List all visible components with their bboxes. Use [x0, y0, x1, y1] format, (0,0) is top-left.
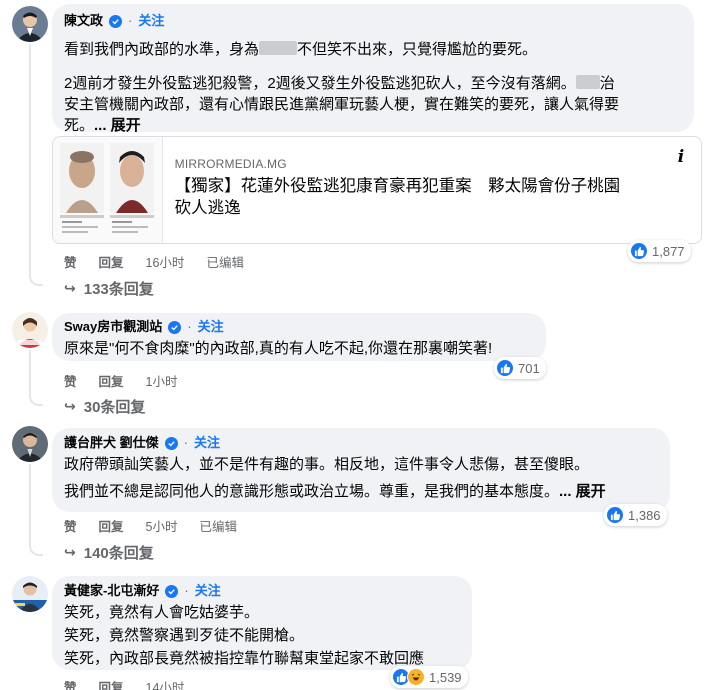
separator-dot: · — [128, 13, 133, 28]
comment-text: 笑死，竟然警察遇到歹徒不能開槍。 — [64, 627, 305, 644]
comment-text: 我們並不總是認同他人的意識形態或政治立場。尊重，是我們的基本態度。... 展开 — [64, 483, 606, 500]
like-reaction-icon — [496, 359, 514, 377]
reaction-count[interactable]: 1,386 — [604, 504, 667, 526]
like-button[interactable]: 赞 — [64, 677, 77, 690]
redacted-text — [259, 41, 298, 55]
comment-text: 笑死，竟然有人會吃姑婆芋。 — [64, 604, 260, 621]
separator-dot: · — [184, 583, 189, 598]
thread-connector — [29, 392, 43, 406]
comment-actions: 赞 回复 1小时 — [64, 371, 199, 390]
see-more-link[interactable]: ... 展开 — [559, 483, 606, 500]
reply-button[interactable]: 回复 — [99, 252, 124, 271]
follow-button[interactable]: 关注 — [194, 434, 220, 452]
like-reaction-icon — [606, 506, 624, 524]
follow-button[interactable]: 关注 — [195, 582, 221, 600]
edited-label[interactable]: 已编辑 — [199, 516, 237, 535]
haha-reaction-icon — [407, 668, 425, 686]
reaction-count-value: 1,539 — [429, 669, 462, 685]
avatar[interactable] — [12, 312, 48, 348]
reply-button[interactable]: 回复 — [99, 371, 124, 390]
thread-connector — [29, 272, 43, 286]
thread-line — [29, 350, 31, 394]
reaction-count-value: 1,386 — [628, 507, 661, 523]
mugshot-image — [110, 143, 155, 237]
link-domain: MIRRORMEDIA.MG — [174, 157, 287, 171]
comment-actions: 赞 回复 16小时 已编辑 — [64, 252, 266, 271]
like-button[interactable]: 赞 — [64, 516, 77, 535]
thread-line — [29, 464, 31, 544]
reaction-count-value: 701 — [518, 360, 540, 376]
view-replies-link[interactable]: ↪ 140条回复 — [64, 542, 154, 563]
comment-text: 2週前才發生外役監逃犯殺警，2週後又發生外役監逃犯砍人，至今沒有落網。治 — [64, 75, 615, 92]
follow-button[interactable]: 关注 — [138, 12, 164, 30]
author-name[interactable]: Sway房市觀測站 — [64, 318, 162, 336]
see-more-link[interactable]: ... 展开 — [94, 117, 141, 134]
edited-label[interactable]: 已编辑 — [206, 252, 244, 271]
verified-badge-icon — [168, 320, 182, 334]
reaction-count-value: 1,877 — [652, 243, 685, 259]
comment-text: 死。... 展开 — [64, 117, 141, 134]
comment-text: 原來是"何不食肉糜"的內政部,真的有人吃不起,你還在那裏嘲笑著! — [64, 340, 493, 357]
timestamp[interactable]: 5小时 — [146, 516, 178, 535]
verified-badge-icon — [164, 436, 178, 450]
info-icon[interactable]: i — [667, 143, 695, 171]
comment-text: 政府帶頭訕笑藝人，並不是件有趣的事。相反地，這件事令人悲傷，甚至傻眼。 — [64, 456, 590, 473]
author-name[interactable]: 陳文政 — [64, 12, 103, 30]
comment-text: 安主管機關內政部，還有心情跟民進黨網軍玩藝人梗，實在難笑的要死，讓人氣得要 — [64, 96, 620, 113]
thread-line — [29, 44, 31, 274]
reply-button[interactable]: 回复 — [99, 677, 124, 690]
comment-bubble: 黃健家-北屯漸好 · 关注 笑死，竟然有人會吃姑婆芋。 笑死，竟然警察遇到歹徒不… — [52, 576, 472, 670]
redacted-text — [575, 75, 600, 89]
comment-bubble: Sway房市觀測站 · 关注 原來是"何不食肉糜"的內政部,真的有人吃不起,你還… — [52, 313, 546, 361]
link-thumbnail — [53, 137, 163, 243]
comment-bubble: 護台胖犬 劉仕傑 · 关注 政府帶頭訕笑藝人，並不是件有趣的事。相反地，這件事令… — [52, 428, 670, 512]
like-button[interactable]: 赞 — [64, 252, 77, 271]
reaction-count[interactable]: 701 — [494, 357, 546, 379]
avatar[interactable] — [12, 6, 48, 42]
avatar[interactable] — [12, 576, 48, 612]
reaction-count[interactable]: 1,539 — [390, 666, 468, 688]
avatar[interactable] — [12, 426, 48, 462]
view-replies-link[interactable]: ↪ 30条回复 — [64, 396, 145, 417]
timestamp[interactable]: 14小时 — [146, 677, 185, 690]
comment-text: 看到我們內政部的水準，身為 不但笑不出來，只覺得尷尬的要死。 — [64, 41, 538, 58]
separator-dot: · — [183, 435, 188, 450]
link-preview-card[interactable]: MIRRORMEDIA.MG 【獨家】花蓮外役監逃犯康育豪再犯重案 夥太陽會份子… — [52, 136, 702, 244]
like-button[interactable]: 赞 — [64, 371, 77, 390]
view-replies-link[interactable]: ↪ 133条回复 — [64, 278, 154, 299]
separator-dot: · — [187, 319, 192, 334]
link-title[interactable]: 【獨家】花蓮外役監逃犯康育豪再犯重案 夥太陽會份子桃園 砍人逃逸 — [175, 175, 689, 219]
mugshot-image — [60, 143, 105, 237]
reply-arrow-icon: ↪ — [64, 544, 76, 560]
reaction-count[interactable]: 1,877 — [628, 240, 691, 262]
author-name[interactable]: 黃健家-北屯漸好 — [64, 582, 159, 600]
timestamp[interactable]: 16小时 — [146, 252, 185, 271]
verified-badge-icon — [165, 584, 179, 598]
thread-connector — [29, 542, 43, 556]
follow-button[interactable]: 关注 — [198, 318, 224, 336]
reply-arrow-icon: ↪ — [64, 398, 76, 414]
verified-badge-icon — [109, 14, 123, 28]
comment-bubble: 陳文政 · 关注 看到我們內政部的水準，身為 不但笑不出來，只覺得尷尬的要死。 2… — [52, 4, 694, 134]
author-name[interactable]: 護台胖犬 劉仕傑 — [64, 434, 159, 452]
reply-button[interactable]: 回复 — [99, 516, 124, 535]
like-reaction-icon — [630, 242, 648, 260]
timestamp[interactable]: 1小时 — [146, 371, 178, 390]
comment-actions: 赞 回复 14小时 — [64, 677, 206, 690]
comment-actions: 赞 回复 5小时 已编辑 — [64, 516, 259, 535]
reply-arrow-icon: ↪ — [64, 280, 76, 296]
